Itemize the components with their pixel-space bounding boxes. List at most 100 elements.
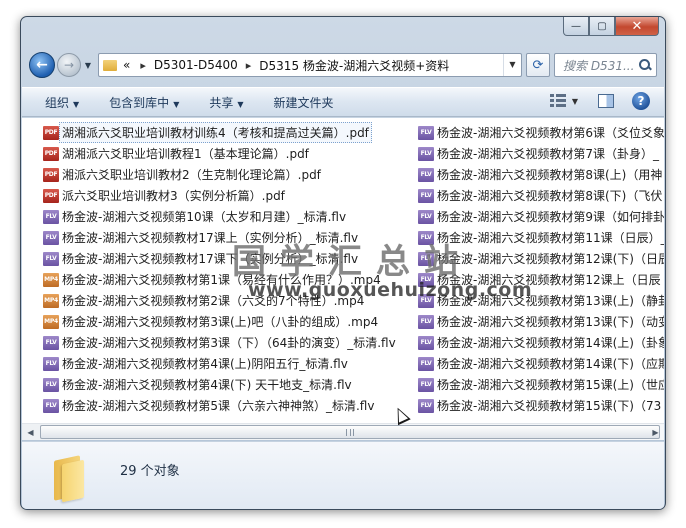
file-list-item[interactable]: MP4 杨金波-湖湘六爻视频教材第3课(上)吧（八卦的组成）.mp4 — [43, 311, 423, 332]
file-list-item[interactable]: FLV 杨金波-湖湘六爻视频教材第4课(上)阴阳五行_标清.flv — [43, 353, 423, 374]
help-icon[interactable]: ? — [632, 92, 650, 110]
arrow-right-icon: → — [63, 58, 75, 72]
caption-buttons: — ▢ ✕ — [563, 17, 659, 36]
back-button[interactable]: ← — [29, 52, 55, 78]
breadcrumb-item-current[interactable]: D5315 杨金波-湖湘六爻视频+资料 — [259, 57, 449, 74]
file-list-item[interactable]: PDF 湘派六爻职业培训教材2（生克制化理论篇）.pdf — [43, 164, 423, 185]
pdf-file-icon: PDF — [43, 167, 59, 182]
mp4-file-icon: MP4 — [43, 293, 59, 308]
scrollbar-thumb[interactable] — [40, 425, 660, 439]
forward-button[interactable]: → — [57, 53, 81, 77]
file-name: 湖湘派六爻职业培训教材训练4（考核和提高过关篇）.pdf — [59, 122, 372, 143]
file-name: 杨金波-湖湘六爻视频教材第3课（下）（64卦的演变）_标清.flv — [62, 336, 396, 350]
view-options-icon[interactable] — [549, 94, 566, 108]
preview-pane-icon[interactable] — [598, 94, 614, 108]
file-list-item[interactable]: FLV 杨金波-湖湘六爻视频教材第14课(上)（卦象 — [418, 332, 664, 353]
file-name: 杨金波-湖湘六爻视频教材第13课(下)（动变 — [437, 315, 664, 329]
file-list-item[interactable]: FLV 杨金波-湖湘六爻视频第10课（太岁和月建）_标清.flv — [43, 206, 423, 227]
flv-file-icon: FLV — [43, 251, 59, 266]
flv-file-icon: FLV — [43, 209, 59, 224]
mp4-file-icon: MP4 — [43, 314, 59, 329]
details-pane: 29 个对象 — [22, 441, 664, 509]
flv-file-icon: FLV — [418, 356, 434, 371]
minimize-button[interactable]: — — [563, 17, 589, 36]
pdf-file-icon: PDF — [43, 146, 59, 161]
chevron-down-icon: ▼ — [173, 99, 180, 109]
chevron-right-icon[interactable]: ▸ — [246, 59, 252, 72]
maximize-button[interactable]: ▢ — [589, 17, 615, 36]
folder-icon — [103, 59, 117, 71]
file-list-item[interactable]: FLV 杨金波-湖湘六爻视频教材第9课（如何排卦 — [418, 206, 664, 227]
flv-file-icon: FLV — [418, 377, 434, 392]
file-list-item[interactable]: PDF 湖湘派六爻职业培训教程1（基本理论篇）.pdf — [43, 143, 423, 164]
navigation-bar: ← → ▼ « ▸ D5301-D5400 ▸ D5315 杨金波-湖湘六爻视频… — [29, 51, 657, 79]
file-name: 杨金波-湖湘六爻视频教材第4课(上)阴阳五行_标清.flv — [62, 357, 348, 371]
refresh-button[interactable]: ⟳ — [526, 53, 550, 77]
arrow-left-icon: ← — [36, 57, 48, 73]
refresh-icon: ⟳ — [532, 57, 544, 73]
share-menu[interactable]: 共享 ▼ — [209, 94, 243, 111]
address-history-dropdown[interactable]: ▼ — [503, 54, 521, 76]
file-list-item[interactable]: PDF 湖湘派六爻职业培训教材训练4（考核和提高过关篇）.pdf — [43, 122, 423, 143]
file-name: 杨金波-湖湘六爻视频教材第7课（卦身）_ — [437, 147, 659, 161]
horizontal-scrollbar[interactable]: ◀ ▶ — [22, 423, 664, 440]
search-icon[interactable] — [638, 58, 652, 72]
file-name: 湖湘派六爻职业培训教程1（基本理论篇）.pdf — [62, 147, 309, 161]
include-in-library-menu[interactable]: 包含到库中 ▼ — [109, 94, 179, 111]
new-folder-button[interactable]: 新建文件夹 — [274, 94, 334, 111]
chevron-down-icon: ▼ — [237, 99, 244, 109]
object-count: 29 个对象 — [120, 464, 180, 479]
flv-file-icon: FLV — [43, 398, 59, 413]
file-list-item[interactable]: FLV 杨金波-湖湘六爻视频教材第8课(下)（飞伏 — [418, 185, 664, 206]
address-bar[interactable]: « ▸ D5301-D5400 ▸ D5315 杨金波-湖湘六爻视频+资料 ▼ — [98, 53, 522, 77]
view-options-dropdown[interactable]: ▼ — [572, 97, 578, 106]
scroll-right-button[interactable]: ▶ — [647, 424, 664, 440]
file-list-item[interactable]: FLV 杨金波-湖湘六爻视频教材第15课(上)（世应 — [418, 374, 664, 395]
flv-file-icon: FLV — [43, 356, 59, 371]
file-list-item[interactable]: PDF 派六爻职业培训教材3（实例分析篇）.pdf — [43, 185, 423, 206]
file-name: 派六爻职业培训教材3（实例分析篇）.pdf — [62, 189, 285, 203]
file-name: 湘派六爻职业培训教材2（生克制化理论篇）.pdf — [62, 168, 321, 182]
file-list-item[interactable]: FLV 杨金波-湖湘六爻视频教材第8课(上)（用神 — [418, 164, 664, 185]
breadcrumb-overflow[interactable]: « — [123, 58, 130, 72]
flv-file-icon: FLV — [418, 167, 434, 182]
file-list-item[interactable]: FLV 杨金波-湖湘六爻视频教材第14课(下)（应期 — [418, 353, 664, 374]
file-list-item[interactable]: FLV 杨金波-湖湘六爻视频教材第7课（卦身）_ — [418, 143, 664, 164]
recent-pages-dropdown[interactable]: ▼ — [82, 61, 94, 70]
flv-file-icon: FLV — [43, 230, 59, 245]
file-list-item[interactable]: FLV 杨金波-湖湘六爻视频教材第6课（爻位爻象 — [418, 122, 664, 143]
grip-icon — [346, 429, 354, 436]
file-list-item[interactable]: FLV 杨金波-湖湘六爻视频教材第13课(下)（动变 — [418, 311, 664, 332]
flv-file-icon: FLV — [43, 377, 59, 392]
organize-menu[interactable]: 组织 ▼ — [45, 94, 79, 111]
flv-file-icon: FLV — [418, 188, 434, 203]
file-list-pane[interactable]: PDF 湖湘派六爻职业培训教材训练4（考核和提高过关篇）.pdf PDF 湖湘派六爻职… — [22, 118, 664, 423]
scroll-left-button[interactable]: ◀ — [22, 424, 39, 440]
file-list-item[interactable]: FLV 杨金波-湖湘六爻视频教材第5课（六亲六神神煞）_标清.flv — [43, 395, 423, 416]
file-list-item[interactable]: FLV 杨金波-湖湘六爻视频教材第3课（下）（64卦的演变）_标清.flv — [43, 332, 423, 353]
file-name: 杨金波-湖湘六爻视频教材第14课(上)（卦象 — [437, 336, 664, 350]
file-name: 杨金波-湖湘六爻视频教材第15课(下)（73 — [437, 399, 662, 413]
flv-file-icon: FLV — [418, 335, 434, 350]
explorer-window: — ▢ ✕ ← → ▼ « ▸ D5301-D5400 ▸ D5315 杨金波-… — [20, 16, 666, 510]
file-name: 杨金波-湖湘六爻视频第10课（太岁和月建）_标清.flv — [62, 210, 347, 224]
breadcrumb-item-parent[interactable]: D5301-D5400 — [154, 58, 238, 72]
chevron-right-icon[interactable]: ▸ — [140, 59, 146, 72]
file-name: 杨金波-湖湘六爻视频教材第5课（六亲六神神煞）_标清.flv — [62, 399, 375, 413]
view-controls: ▼ ? — [549, 92, 650, 110]
flv-file-icon: FLV — [418, 314, 434, 329]
file-list-item[interactable]: FLV 杨金波-湖湘六爻视频教材第4课(下) 天干地支_标清.flv — [43, 374, 423, 395]
file-name: 杨金波-湖湘六爻视频教材第14课(下)（应期 — [437, 357, 664, 371]
chevron-down-icon: ▼ — [73, 99, 80, 109]
file-name: 杨金波-湖湘六爻视频教材第9课（如何排卦 — [437, 210, 664, 224]
watermark-text: 国学汇总站 — [232, 242, 472, 282]
file-name: 杨金波-湖湘六爻视频教材第8课(下)（飞伏 — [437, 189, 663, 203]
close-button[interactable]: ✕ — [615, 17, 659, 36]
file-list-item[interactable]: FLV 杨金波-湖湘六爻视频教材第15课(下)（73 — [418, 395, 664, 416]
mp4-file-icon: MP4 — [43, 272, 59, 287]
file-name: 杨金波-湖湘六爻视频教材第3课(上)吧（八卦的组成）.mp4 — [62, 315, 379, 329]
flv-file-icon: FLV — [418, 398, 434, 413]
flv-file-icon: FLV — [418, 146, 434, 161]
flv-file-icon: FLV — [418, 209, 434, 224]
search-input[interactable]: 搜索 D531... — [554, 53, 657, 77]
